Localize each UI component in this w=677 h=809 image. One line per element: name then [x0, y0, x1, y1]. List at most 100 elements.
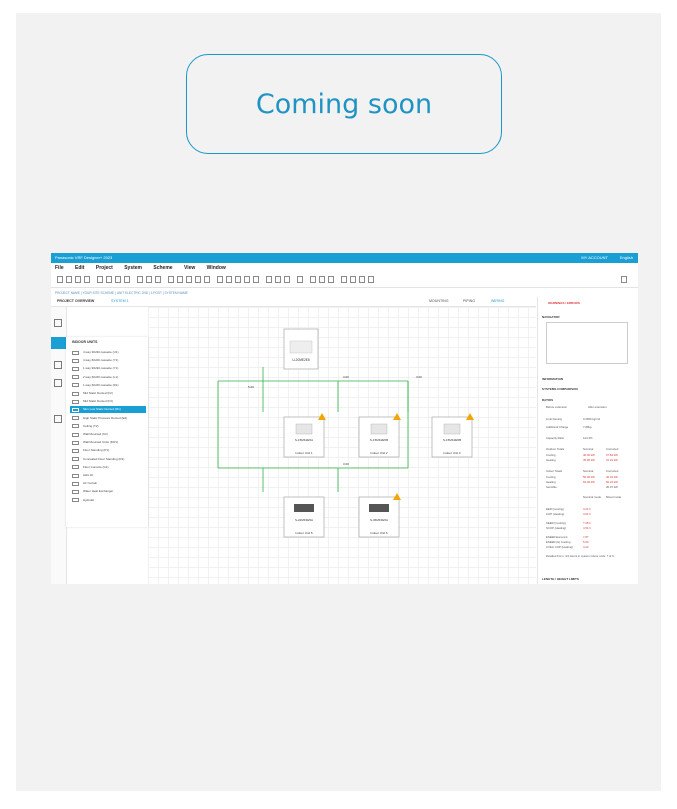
- out-cooling-nominal: 40.00 kW: [583, 453, 595, 457]
- open-icon[interactable]: [66, 276, 72, 283]
- coming-soon-badge: Coming soon: [186, 54, 502, 154]
- indoor-unit-type-item[interactable]: Wall Mounted Units (DOV): [70, 439, 146, 446]
- indoor-unit-type-item[interactable]: 4 way 90x90 cassette (U1): [70, 349, 146, 356]
- indoor-units-icon[interactable]: [51, 337, 66, 349]
- indoor-unit-type-item[interactable]: Ceiling (T2): [70, 423, 146, 430]
- indoor-unit-3[interactable]: S-15MK2E5B Indoor Unit 3: [431, 413, 474, 458]
- menu-window[interactable]: Window: [207, 265, 226, 271]
- tag-icon[interactable]: [284, 276, 290, 283]
- layout-icon[interactable]: [54, 319, 62, 327]
- length-limits-header[interactable]: LENGTH / HEIGHT LIMITS: [542, 577, 579, 581]
- export-icon[interactable]: [235, 276, 241, 283]
- in-sensible-label: Sensible: [546, 485, 557, 489]
- indoor-unit-5[interactable]: S-22MF3E5A Indoor Unit 5: [283, 496, 325, 538]
- warning-icon[interactable]: [393, 413, 401, 420]
- pipe-tool-icon[interactable]: [54, 415, 62, 423]
- unit-type-icon: [72, 407, 79, 412]
- share-icon[interactable]: [621, 276, 627, 283]
- print-icon[interactable]: [84, 276, 90, 283]
- out-cooling-label: Cooling: [546, 453, 556, 457]
- indoor-unit-type-item[interactable]: Hydrokit: [70, 497, 146, 504]
- report-icon[interactable]: [226, 276, 232, 283]
- page-icon[interactable]: [297, 276, 303, 283]
- indoor-unit-type-item[interactable]: Wall Mounted (K2): [70, 431, 146, 438]
- indoor-unit-type-item[interactable]: Floor Standing (P1): [70, 447, 146, 454]
- menu-edit[interactable]: Edit: [75, 265, 84, 271]
- before-extension-radio[interactable]: Before extension: [546, 405, 567, 409]
- mode-mounting[interactable]: MOUNTING: [429, 297, 449, 306]
- warning-icon[interactable]: [466, 413, 474, 420]
- menu-file[interactable]: File: [55, 265, 64, 271]
- grid-icon[interactable]: [137, 276, 143, 283]
- indoor-unit-type-item[interactable]: 2 way 60x60 cassette (L1): [70, 374, 146, 381]
- indoor-unit-type-item[interactable]: 4 way 60x60 cassette (Y1): [70, 357, 146, 364]
- paste-icon[interactable]: [204, 276, 210, 283]
- indoor-unit-2[interactable]: S-15MK2E5B Indoor Unit 2: [358, 413, 401, 458]
- table-icon[interactable]: [146, 276, 152, 283]
- indoor-unit-type-item[interactable]: Concealed Floor Standing (R1): [70, 456, 146, 463]
- indoor-unit-type-item[interactable]: 1 way 90x90 cassette (Y1): [70, 365, 146, 372]
- my-account-link[interactable]: MY ACCOUNT: [581, 253, 608, 263]
- eseer-h-value: 5.60: [583, 540, 589, 544]
- menu-system[interactable]: System: [124, 265, 142, 271]
- settings-icon[interactable]: [253, 276, 259, 283]
- ratios-header[interactable]: RATIOS: [542, 398, 553, 402]
- indoor-unit-6[interactable]: S-36MF3E5A Indoor Unit 6: [358, 493, 401, 538]
- save-icon[interactable]: [75, 276, 81, 283]
- zoom-out-icon[interactable]: [368, 276, 374, 283]
- indoor-unit-type-item[interactable]: Slim Low Static Ducted (M1): [70, 406, 146, 414]
- indoor-unit-type-item[interactable]: Mid Static Ducted (F2): [70, 390, 146, 397]
- systems-comparison-header[interactable]: SYSTEMS COMPARISON: [542, 387, 578, 391]
- information-header[interactable]: INFORMATION: [542, 377, 563, 381]
- select-icon[interactable]: [341, 276, 347, 283]
- menu-project[interactable]: Project: [96, 265, 113, 271]
- controller-icon[interactable]: [54, 379, 62, 387]
- warnings-header[interactable]: WARNINGS / ERRORS: [548, 301, 580, 305]
- unit-type-icon: [72, 391, 79, 396]
- group-icon[interactable]: [275, 276, 281, 283]
- mode-wiring[interactable]: WIRING: [491, 297, 504, 306]
- warning-icon[interactable]: [393, 493, 401, 500]
- indoor-unit-1[interactable]: S-15MK2E5A Indoor Unit 1: [283, 413, 326, 458]
- indoor-unit-type-item[interactable]: High Static Pressure Ducted (E2): [70, 415, 146, 422]
- zoom-fit-icon[interactable]: [350, 276, 356, 283]
- menu-scheme[interactable]: Scheme: [153, 265, 172, 271]
- import-icon[interactable]: [244, 276, 250, 283]
- unit-icon[interactable]: [97, 276, 103, 283]
- tab-project-overview[interactable]: PROJECT OVERVIEW: [57, 297, 94, 306]
- design-canvas[interactable]: U-20ME2E8 5.00 3.00 3.00 3.00 S-15MK2E5A…: [148, 307, 536, 584]
- language-select[interactable]: English: [620, 253, 633, 263]
- pipe-icon[interactable]: [124, 276, 130, 283]
- out-cooling-corrected: 37.84 kW: [606, 453, 618, 457]
- upload-icon[interactable]: [328, 276, 334, 283]
- indoor-unit-type-item[interactable]: Floor Console (G1): [70, 464, 146, 471]
- navigator-preview[interactable]: [546, 322, 628, 364]
- indoor-unit-type-item[interactable]: AHU kit: [70, 472, 146, 479]
- outdoor-units-icon[interactable]: [54, 361, 62, 369]
- mixed-mode-label: Mixed mode: [606, 495, 622, 499]
- copy-icon[interactable]: [195, 276, 201, 283]
- zoom-in-icon[interactable]: [359, 276, 365, 283]
- branch-icon[interactable]: [115, 276, 121, 283]
- after-extension-radio[interactable]: After extension: [588, 405, 607, 409]
- menu-view[interactable]: View: [184, 265, 195, 271]
- chart-icon[interactable]: [155, 276, 161, 283]
- align-icon[interactable]: [168, 276, 174, 283]
- new-icon[interactable]: [57, 276, 63, 283]
- distribute-icon[interactable]: [177, 276, 183, 283]
- link-icon[interactable]: [106, 276, 112, 283]
- indoor-unit-type-item[interactable]: 1 way 60x60 cassette (D1): [70, 382, 146, 389]
- document-icon[interactable]: [217, 276, 223, 283]
- users-icon[interactable]: [266, 276, 272, 283]
- tab-system[interactable]: SYSTEM 1: [111, 297, 129, 306]
- indoor-unit-type-item[interactable]: Air Curtain: [70, 480, 146, 487]
- warning-icon[interactable]: [318, 413, 326, 420]
- mode-piping[interactable]: PIPING: [463, 297, 475, 306]
- download-icon[interactable]: [319, 276, 325, 283]
- navigator-header[interactable]: NAVIGATOR: [542, 315, 560, 319]
- cut-icon[interactable]: [310, 276, 316, 283]
- indoor-unit-type-item[interactable]: Water Heat Exchanger: [70, 488, 146, 495]
- pipe-length-3: 3.00: [416, 375, 422, 379]
- indoor-unit-type-item[interactable]: Mid Static Ducted (F3): [70, 398, 146, 405]
- layer-icon[interactable]: [186, 276, 192, 283]
